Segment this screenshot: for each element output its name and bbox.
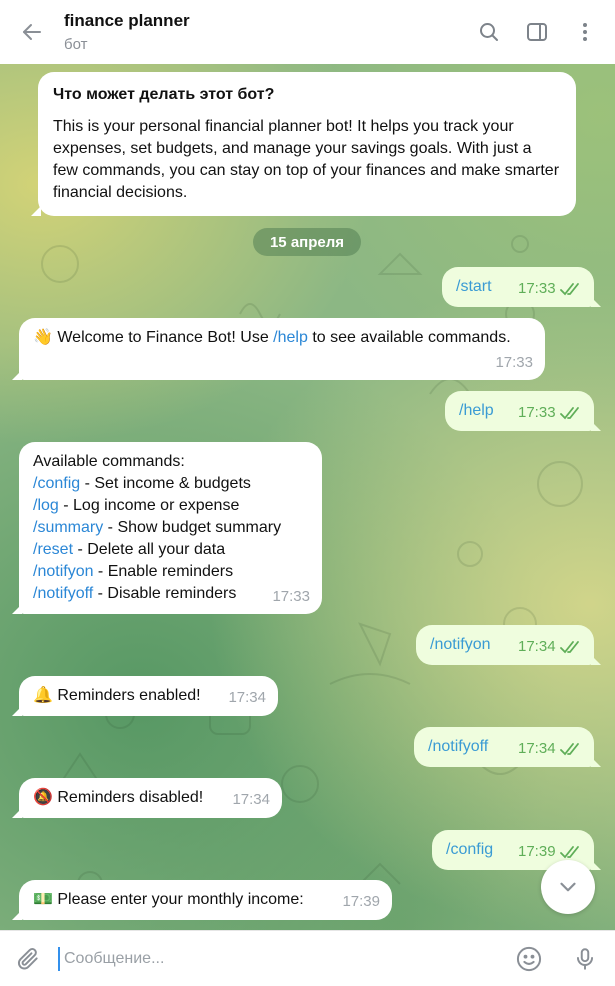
command-desc: - Disable reminders [93,585,237,602]
message-time: 17:39 [518,843,556,860]
message-in[interactable]: 🔕 Reminders disabled! 17:34 [12,778,282,818]
command-row: /notifyoff - Disable reminders [33,583,308,605]
message-text: Please enter your monthly income: [52,891,304,908]
message-time: 17:33 [518,280,556,297]
arrow-left-icon [23,24,41,40]
chat-subtitle: бот [64,35,88,53]
command-row: /config - Set income & budgets [33,473,308,495]
bell-emoji-icon: 🔔 [33,687,53,704]
sidebar-toggle-icon [527,23,547,41]
chat-info[interactable]: finance planner бот [64,10,465,55]
chat-area[interactable]: Что может делать этот бот? This is your … [0,64,615,930]
intro-heading: Что может делать этот бот? [53,86,275,103]
command-row: /notifyon - Enable reminders [33,561,308,583]
message-in[interactable]: 🔔 Reminders enabled! 17:34 [12,676,278,716]
message-text: Reminders disabled! [52,789,204,806]
command-row: /log - Log income or expense [33,495,308,517]
voice-button[interactable] [557,931,613,986]
double-check-icon [560,640,579,654]
command-desc: - Set income & budgets [80,475,251,492]
double-check-icon [560,282,579,296]
more-vertical-icon [583,23,587,41]
message-composer [0,930,615,986]
search-button[interactable] [465,0,513,64]
message-time: 17:39 [342,893,380,910]
message-in[interactable]: Available commands: /config - Set income… [12,442,322,614]
command-desc: - Delete all your data [73,541,226,558]
message-time: 17:34 [518,740,556,757]
command-desc: - Show budget summary [103,519,282,536]
message-in[interactable]: 💵 Please enter your monthly income: 17:3… [12,880,392,920]
paperclip-icon [17,947,38,969]
message-text: Reminders enabled! [52,687,201,704]
date-separator: 15 апреля [253,228,361,256]
command-text[interactable]: /notifyoff [428,738,488,755]
scroll-down-button[interactable] [541,860,595,914]
message-out[interactable]: /notifyon 17:34 [416,625,601,665]
chat-title: finance planner [64,10,190,30]
message-input[interactable] [60,938,501,979]
command-text[interactable]: /start [456,278,492,295]
message-time: 17:34 [232,791,270,808]
message-text: Welcome to Finance Bot! Use [52,329,274,346]
double-check-icon [560,406,579,420]
command-link[interactable]: /reset [33,541,73,558]
bot-intro-card: Что может делать этот бот? This is your … [31,72,576,216]
more-button[interactable] [561,0,609,64]
message-out[interactable]: /help 17:33 [445,391,601,431]
sidebar-toggle-button[interactable] [513,0,561,64]
message-time: 17:33 [518,404,556,421]
chat-header: finance planner бот [0,0,615,64]
intro-text: This is your personal financial planner … [53,118,560,201]
message-time: 17:33 [495,354,533,371]
message-text: to see available commands. [307,329,511,346]
search-icon [480,23,498,41]
command-link[interactable]: /notifyoff [33,585,93,602]
double-check-icon [560,845,579,859]
command-link[interactable]: /config [33,475,80,492]
command-link[interactable]: /summary [33,519,103,536]
message-time: 17:33 [272,588,310,605]
wave-emoji-icon: 👋 [33,329,53,346]
command-text[interactable]: /config [446,841,493,858]
double-check-icon [560,742,579,756]
command-link[interactable]: /notifyon [33,563,93,580]
attach-button[interactable] [0,931,56,986]
chevron-down-icon [560,882,576,892]
smiley-icon [516,946,542,971]
command-link[interactable]: /log [33,497,59,514]
bell-off-emoji-icon: 🔕 [33,789,53,806]
command-text[interactable]: /help [459,402,494,419]
emoji-button[interactable] [501,931,557,986]
money-emoji-icon: 💵 [33,891,53,908]
message-time: 17:34 [518,638,556,655]
command-row: /reset - Delete all your data [33,539,308,561]
help-link[interactable]: /help [273,329,308,346]
command-row: /summary - Show budget summary [33,517,308,539]
message-out[interactable]: /notifyoff 17:34 [414,727,601,767]
command-desc: - Log income or expense [58,497,240,514]
command-desc: - Enable reminders [93,563,234,580]
commands-heading: Available commands: [33,453,185,470]
microphone-icon [576,947,594,970]
command-text[interactable]: /notifyon [430,636,490,653]
back-button[interactable] [0,0,64,64]
message-in[interactable]: 👋 Welcome to Finance Bot! Use /help to s… [12,318,545,380]
message-out[interactable]: /start 17:33 [442,267,601,307]
message-time: 17:34 [228,689,266,706]
